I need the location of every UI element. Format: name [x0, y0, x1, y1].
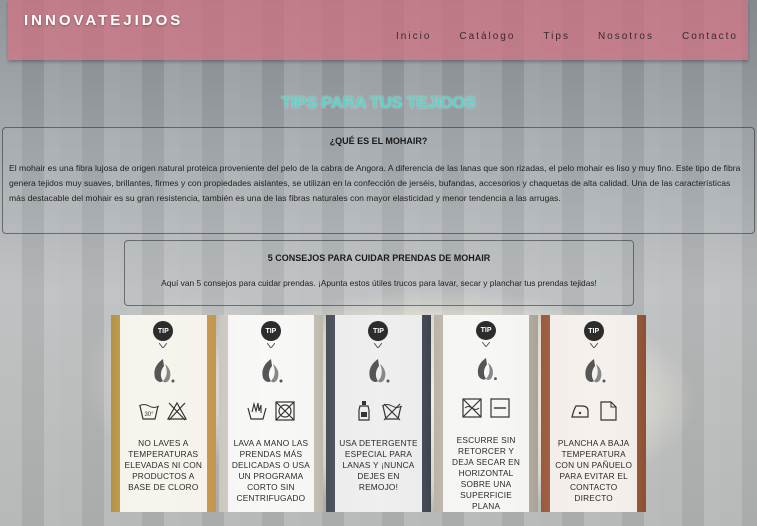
tip-text: USA DETERGENTE ESPECIAL PARA LANAS Y ¡NU… — [339, 438, 418, 492]
hand-wash-icon — [247, 401, 267, 420]
chevron-down-icon — [589, 343, 598, 348]
care-tips-heading: 5 CONSEJOS PARA CUIDAR PRENDAS DE MOHAIR — [267, 253, 491, 263]
chevron-down-icon — [266, 343, 275, 348]
tip-card: TIP ESCURRE SIN RETORCER Y DEJA SECAR EN — [433, 315, 539, 512]
nav-item-inicio[interactable]: Inicio — [396, 31, 431, 42]
nav-item-tips[interactable]: Tips — [543, 31, 570, 42]
svg-text:30°: 30° — [145, 412, 155, 418]
tip-card: TIP PLANCHA A BAJA TEMPERATURA CON UN PA… — [541, 315, 646, 512]
mohair-description: El mohair es una fibra lujosa de origen … — [9, 163, 741, 203]
nav-item-nosotros[interactable]: Nosotros — [598, 31, 654, 42]
main-nav: Inicio Catálogo Tips Nosotros Contacto — [368, 31, 738, 42]
chevron-down-icon — [374, 343, 383, 348]
wool-mark-icon — [154, 359, 175, 383]
tips-infographic: TIP 30° NO LAVES A TEMPERATURAS ELEVADAS… — [111, 315, 646, 512]
tip-badge: TIP — [368, 321, 389, 341]
no-wring-icon — [462, 398, 482, 418]
wash-30-icon: 30° — [139, 404, 160, 420]
tip-text: LAVA A MANO LAS PRENDAS MÁS DELICADAS O … — [231, 438, 310, 503]
pressing-cloth-icon — [600, 401, 617, 421]
nav-item-contacto[interactable]: Contacto — [682, 31, 738, 42]
tip-badge: TIP — [153, 321, 174, 341]
detergent-bottle-icon — [358, 401, 371, 421]
tip-card: TIP USA DETERGENTE ESPECIAL PARA LANAS Y… — [326, 315, 431, 512]
tip-badge: TIP — [583, 321, 604, 341]
tip-card: TIP LAVA A MANO LAS PRENDAS MÁS DELICADA… — [218, 315, 324, 512]
dry-flat-icon — [490, 398, 510, 418]
brand-logo[interactable]: INNOVATEJIDOS — [24, 12, 183, 29]
mohair-heading: ¿QUÉ ES EL MOHAIR? — [329, 136, 428, 146]
tip-badge: TIP — [476, 321, 497, 340]
no-tumble-dry-icon — [275, 401, 295, 421]
tip-card: TIP 30° NO LAVES A TEMPERATURAS ELEVADAS… — [111, 315, 216, 512]
iron-low-icon — [570, 405, 589, 418]
chevron-down-icon — [159, 343, 168, 348]
chevron-down-icon — [482, 341, 491, 347]
mohair-info-box: ¿QUÉ ES EL MOHAIR? El mohair es una fibr… — [2, 127, 755, 234]
no-bleach-icon — [167, 401, 188, 421]
wool-mark-icon — [369, 359, 390, 383]
site-header: INNOVATEJIDOS Inicio Catálogo Tips Nosot… — [8, 0, 748, 60]
nav-item-catalogo[interactable]: Catálogo — [459, 31, 515, 42]
wool-mark-icon — [262, 359, 283, 383]
care-tips-intro: Aquí van 5 consejos para cuidar prendas.… — [161, 278, 597, 288]
tip-text: ESCURRE SIN RETORCER Y DEJA SECAR EN HOR… — [452, 435, 521, 511]
wool-mark-icon — [477, 357, 497, 380]
page-title: TIPS PARA TUS TEJIDOS — [281, 93, 476, 112]
tip-text: PLANCHA A BAJA TEMPERATURA CON UN PAÑUEL… — [555, 438, 633, 503]
tip-badge: TIP — [260, 321, 281, 341]
care-tips-box: 5 CONSEJOS PARA CUIDAR PRENDAS DE MOHAIR… — [124, 240, 634, 306]
tip-text: NO LAVES A TEMPERATURAS ELEVADAS NI CON … — [124, 438, 203, 492]
wool-mark-icon — [585, 359, 606, 383]
no-soak-icon — [382, 403, 403, 421]
